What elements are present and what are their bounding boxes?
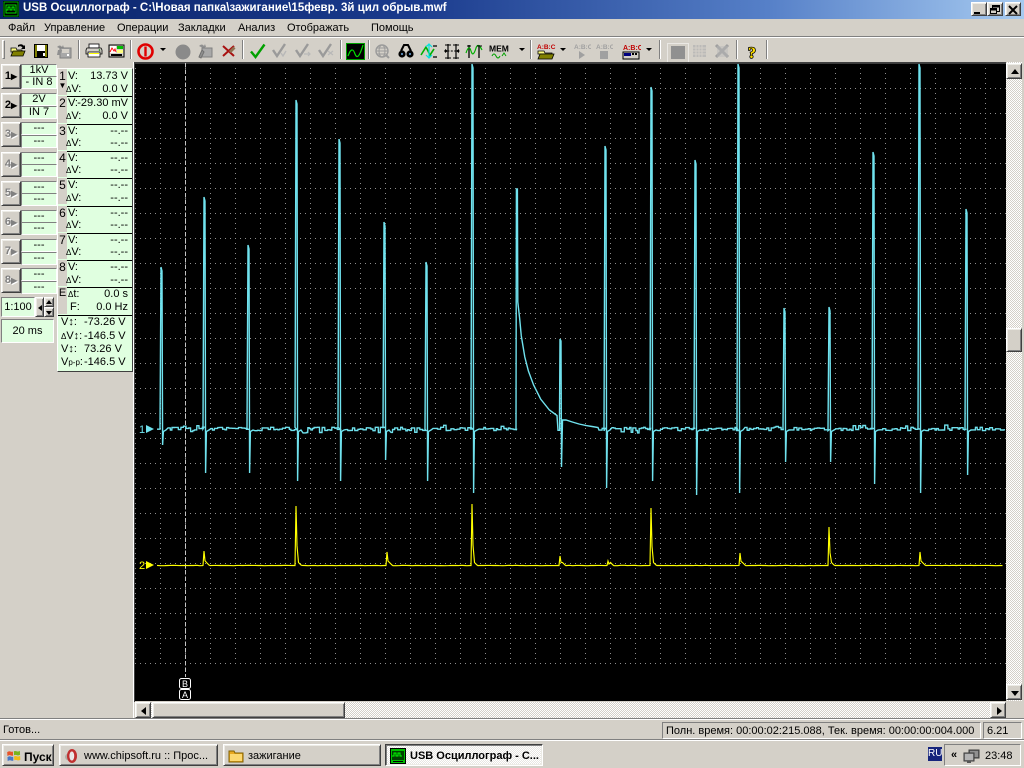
svg-text:B: B — [182, 679, 188, 689]
svg-text:A:B:C: A:B:C — [596, 44, 613, 51]
svg-text:A:B:C: A:B:C — [623, 45, 641, 52]
svg-text:1: 1 — [139, 424, 145, 436]
svg-text:2: 2 — [139, 560, 145, 572]
svg-text:?: ? — [748, 45, 756, 61]
svg-text:MEM: MEM — [489, 44, 509, 54]
svg-text:A:B:C: A:B:C — [537, 44, 556, 51]
svg-text:A: A — [182, 690, 188, 700]
svg-text:A:B:C: A:B:C — [574, 44, 591, 51]
